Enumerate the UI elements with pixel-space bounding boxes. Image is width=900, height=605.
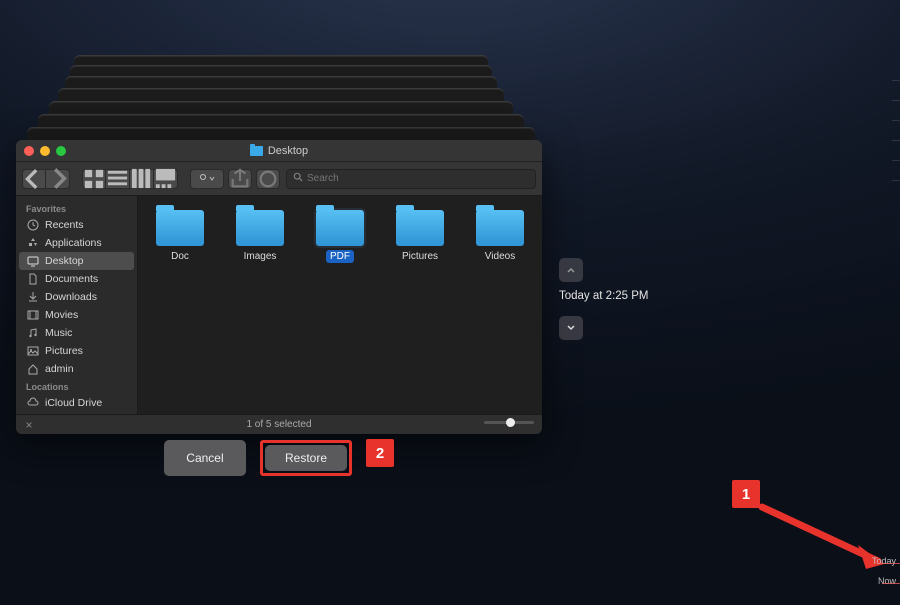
timeline-tick	[892, 140, 900, 141]
home-icon	[26, 363, 39, 375]
status-text: 1 of 5 selected	[246, 419, 311, 430]
statusbar: × 1 of 5 selected	[16, 414, 542, 434]
cancel-button[interactable]: Cancel	[164, 440, 246, 476]
sidebar-item-label: iCloud Drive	[45, 397, 102, 409]
restore-button[interactable]: Restore	[265, 445, 347, 471]
sidebar-item-downloads[interactable]: Downloads	[16, 288, 137, 306]
sidebar-item-icloud[interactable]: iCloud Drive	[16, 394, 137, 412]
sidebar-item-label: Recents	[45, 219, 84, 231]
desktop-icon	[26, 255, 39, 267]
timeline-tick	[892, 100, 900, 101]
folder-icon	[396, 210, 444, 246]
sidebar-item-documents[interactable]: Documents	[16, 270, 137, 288]
folder-icon	[476, 210, 524, 246]
sidebar-item-label: Downloads	[45, 291, 97, 303]
tool-group	[190, 169, 280, 189]
timeline-tick	[892, 180, 900, 181]
sidebar-item-movies[interactable]: Movies	[16, 306, 137, 324]
zoom-icon[interactable]	[56, 146, 66, 156]
timeline-tick	[882, 583, 900, 584]
sidebar-item-admin[interactable]: admin	[16, 360, 137, 378]
icon-size-slider[interactable]	[484, 421, 534, 424]
sidebar-item-applications[interactable]: Applications	[16, 234, 137, 252]
item-label: Doc	[167, 250, 193, 263]
tags-button[interactable]	[256, 169, 280, 189]
sidebar-header-favorites: Favorites	[16, 200, 137, 216]
folder-icon	[316, 210, 364, 246]
list-view-button[interactable]	[106, 169, 130, 189]
close-icon[interactable]: ×	[22, 418, 36, 432]
window-controls	[16, 146, 66, 156]
movies-icon	[26, 309, 39, 321]
view-group	[82, 169, 178, 189]
timeline-today-label: Today	[872, 556, 896, 566]
sidebar-item-pictures[interactable]: Pictures	[16, 342, 137, 360]
sidebar-item-label: admin	[45, 363, 74, 375]
icon-view-button[interactable]	[82, 169, 106, 189]
action-menu-button[interactable]	[190, 169, 224, 189]
timeline-now-label: Now	[878, 576, 896, 586]
action-buttons: Cancel Restore 2	[16, 440, 542, 476]
folder-icon	[236, 210, 284, 246]
sidebar-item-desktop[interactable]: Desktop	[19, 252, 134, 270]
slider-knob[interactable]	[506, 418, 515, 427]
finder-window: Desktop Favorites	[16, 140, 542, 434]
timeline-tick	[892, 80, 900, 81]
timeline-tick	[882, 563, 900, 564]
annotation-box: Restore	[260, 440, 352, 476]
folder-item[interactable]: Videos	[464, 210, 536, 400]
search-icon	[293, 172, 303, 185]
nav-group	[22, 169, 70, 189]
folder-item[interactable]: PDF	[304, 210, 376, 400]
folder-item[interactable]: Pictures	[384, 210, 456, 400]
folder-item[interactable]: Images	[224, 210, 296, 400]
timeline-prev-button[interactable]	[559, 258, 583, 282]
forward-button[interactable]	[46, 169, 70, 189]
timeline-scale[interactable]: Today Now	[878, 0, 900, 605]
search-input[interactable]	[307, 173, 529, 184]
folder-icon	[250, 146, 263, 156]
clock-icon	[26, 219, 39, 231]
folder-icon	[156, 210, 204, 246]
sidebar: Favorites Recents Applications Desktop D…	[16, 196, 138, 414]
timeline-tick	[892, 120, 900, 121]
window-title-label: Desktop	[268, 145, 308, 157]
sidebar-item-label: Documents	[45, 273, 98, 285]
pictures-icon	[26, 345, 39, 357]
item-label: PDF	[326, 250, 354, 263]
item-label: Videos	[481, 250, 519, 263]
sidebar-header-locations: Locations	[16, 378, 137, 394]
minimize-icon[interactable]	[40, 146, 50, 156]
applications-icon	[26, 237, 39, 249]
annotation-badge-2: 2	[366, 439, 394, 467]
music-icon	[26, 327, 39, 339]
cloud-icon	[26, 397, 39, 409]
documents-icon	[26, 273, 39, 285]
share-button[interactable]	[228, 169, 252, 189]
column-view-button[interactable]	[130, 169, 154, 189]
window-title: Desktop	[16, 145, 542, 157]
gallery-view-button[interactable]	[154, 169, 178, 189]
titlebar: Desktop	[16, 140, 542, 162]
back-button[interactable]	[22, 169, 46, 189]
sidebar-item-label: Music	[45, 327, 72, 339]
file-grid[interactable]: Doc Images PDF Pictures Videos	[138, 196, 542, 414]
sidebar-item-music[interactable]: Music	[16, 324, 137, 342]
timeline-current-label: Today at 2:25 PM	[559, 290, 649, 302]
downloads-icon	[26, 291, 39, 303]
toolbar	[16, 162, 542, 196]
sidebar-item-label: Movies	[45, 309, 78, 321]
sidebar-item-recents[interactable]: Recents	[16, 216, 137, 234]
item-label: Images	[240, 250, 281, 263]
timeline-next-button[interactable]	[559, 316, 583, 340]
sidebar-item-label: Pictures	[45, 345, 83, 357]
folder-item[interactable]: Doc	[144, 210, 216, 400]
sidebar-item-label: Desktop	[45, 255, 84, 267]
close-icon[interactable]	[24, 146, 34, 156]
sidebar-item-label: Applications	[45, 237, 102, 249]
search-field[interactable]	[286, 169, 536, 189]
item-label: Pictures	[398, 250, 442, 263]
timeline-tick	[892, 160, 900, 161]
